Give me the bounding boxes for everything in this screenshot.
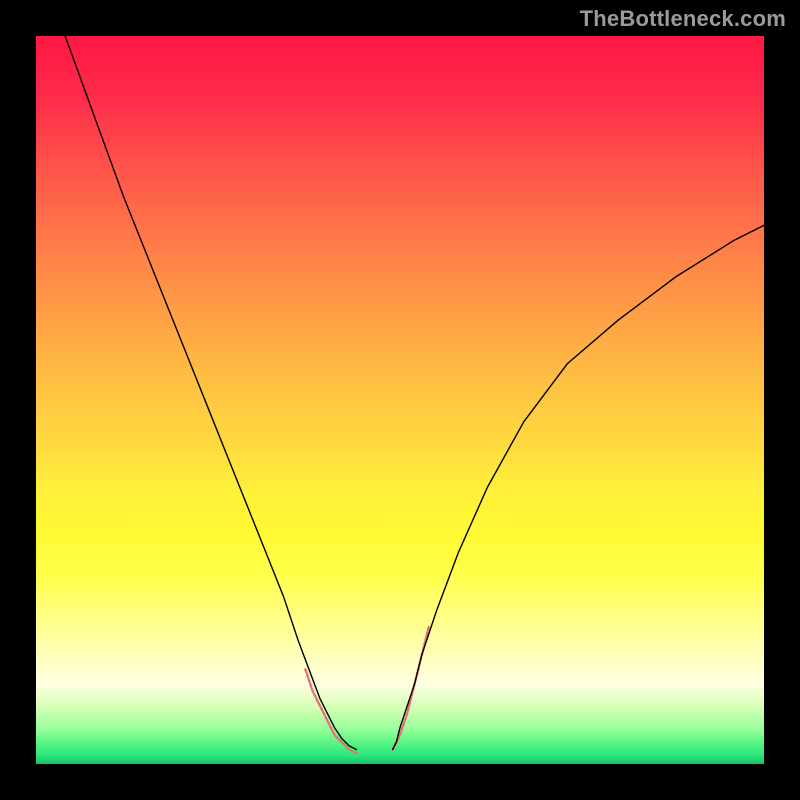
curve-left (65, 36, 356, 749)
chart-frame: TheBottleneck.com (0, 0, 800, 800)
curve-right (393, 225, 764, 749)
highlight-right (393, 626, 429, 750)
watermark-text: TheBottleneck.com (580, 6, 786, 32)
curve-layer (36, 36, 764, 764)
